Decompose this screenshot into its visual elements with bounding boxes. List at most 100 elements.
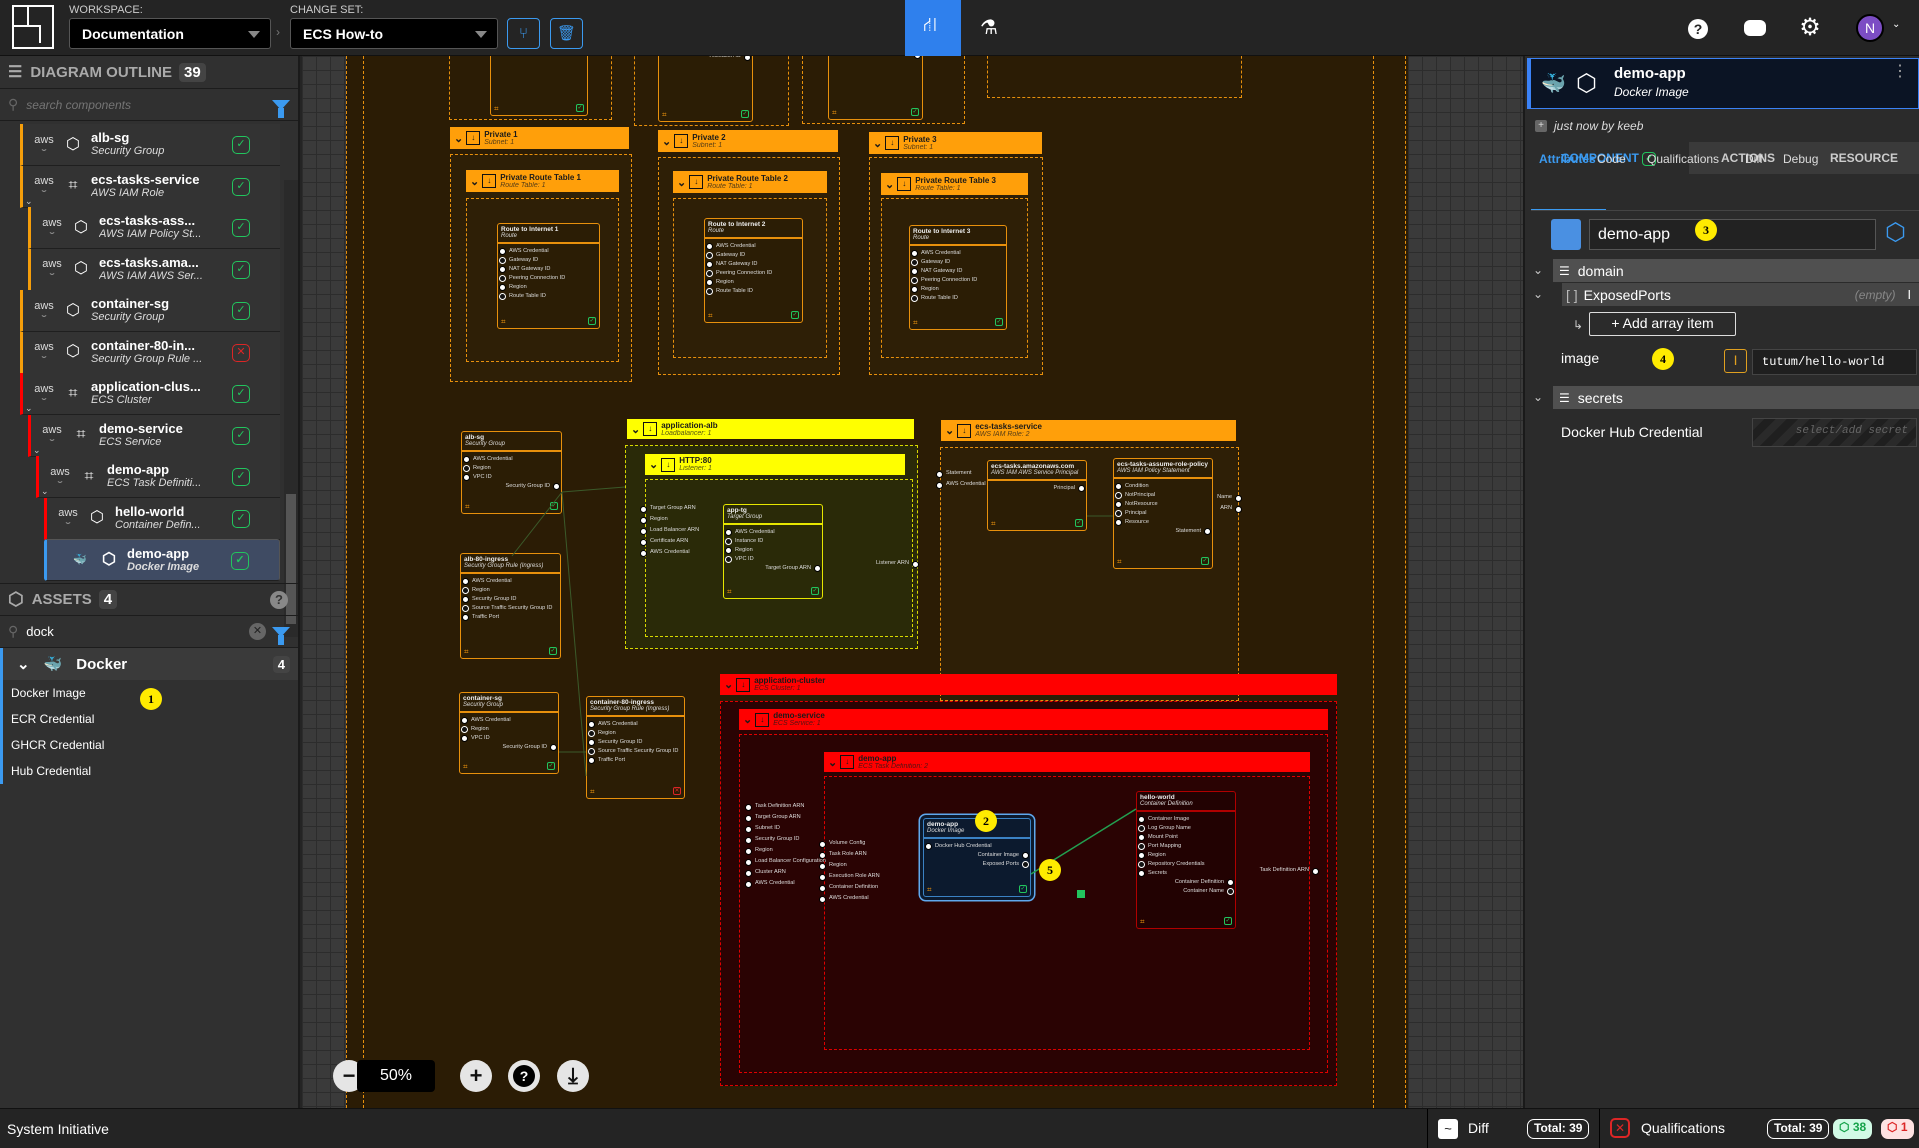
component-node[interactable]: alb-80-ingress Security Group Rule (Ingre… — [460, 553, 561, 659]
input-socket[interactable]: NAT Gateway ID — [498, 265, 599, 274]
qualification-ok-icon[interactable]: ✓ — [549, 647, 557, 655]
output-socket[interactable]: Security Group ID — [462, 482, 561, 491]
subtab-diff[interactable]: Diff — [1745, 152, 1763, 166]
input-socket[interactable]: NAT Gateway ID — [910, 267, 1006, 276]
socket-dot[interactable] — [1138, 843, 1145, 850]
input-socket[interactable]: Repository Credentials — [1137, 860, 1235, 869]
socket-dot[interactable] — [912, 560, 919, 568]
output-socket[interactable]: Exposed Ports — [924, 860, 1030, 869]
component-node[interactable]: Route to Internet 3 Route AWS Credential Ga… — [909, 225, 1007, 330]
socket-dot[interactable] — [1138, 861, 1145, 868]
diagram-canvas[interactable]: ⌄ ↓ Private 1 Subnet: 1 ⌄ ↓ Private 2 Subnet: 1… — [302, 56, 1523, 1108]
socket-dot[interactable] — [1115, 519, 1122, 526]
socket-dot[interactable] — [588, 721, 595, 728]
chevron-down-icon[interactable]: ⌄ — [724, 678, 733, 691]
frame-header[interactable]: ⌄ ↓ Private Route Table 1 Route Table: 1 — [466, 170, 619, 192]
socket-dot[interactable] — [588, 757, 595, 764]
socket-dot[interactable] — [462, 605, 469, 612]
outline-item[interactable]: aws ⌣ ⌗ application-clus... ECS Cluster ✓ ⌄ — [20, 373, 280, 415]
frame-socket[interactable]: AWS Credential — [818, 894, 938, 903]
chevron-down-icon[interactable]: ⌄ — [677, 176, 686, 189]
chevron-down-icon[interactable]: ⌄ — [662, 135, 671, 148]
socket-dot[interactable] — [911, 277, 918, 284]
socket-dot[interactable] — [819, 840, 826, 848]
chevron-down-icon[interactable]: ⌄ — [631, 423, 640, 436]
socket-dot[interactable] — [461, 735, 468, 742]
outline-item[interactable]: aws ⌣ ⬡ ecs-tasks.ama... AWS IAM AWS Ser... ✓ — [28, 248, 280, 291]
socket-dot[interactable] — [911, 286, 918, 293]
user-avatar[interactable]: N — [1856, 14, 1884, 42]
asset-group-docker[interactable]: ⌄ 🐳 Docker 4 — [0, 648, 298, 680]
component-node[interactable]: container-80-ingress Security Group Rule … — [586, 696, 685, 799]
qualification-ok-icon[interactable]: ✓ — [588, 317, 596, 325]
outline-item[interactable]: aws ⌣ ⬡ container-sg Security Group ✓ — [20, 290, 280, 332]
download-button[interactable]: ⤓ — [557, 1060, 589, 1092]
qualification-ok-icon[interactable]: ✓ — [1201, 557, 1209, 565]
exposed-ports-row[interactable]: [ ] ExposedPorts (empty) Ⅰ — [1562, 283, 1919, 306]
socket-dot[interactable] — [462, 614, 469, 621]
component-node[interactable]: ecs-tasks-assume-role-policy AWS IAM Poli… — [1113, 458, 1213, 569]
secret-select[interactable]: select/add secret — [1752, 418, 1917, 447]
socket-dot[interactable] — [814, 565, 821, 572]
subtab-debug[interactable]: Debug — [1783, 152, 1818, 166]
socket-dot[interactable] — [553, 483, 560, 490]
socket-dot[interactable] — [706, 252, 713, 259]
socket-dot[interactable] — [463, 474, 470, 481]
input-socket[interactable]: Route Table ID — [705, 287, 802, 296]
input-socket[interactable]: Region — [462, 464, 561, 473]
component-node[interactable]: AWS CredentialRegionAllocation ID⌗✓ — [828, 56, 923, 120]
socket-dot[interactable] — [725, 556, 732, 563]
diff-icon[interactable]: ~ — [1438, 1119, 1458, 1139]
socket-dot[interactable] — [640, 505, 647, 513]
input-socket[interactable]: Route Table ID — [498, 292, 599, 301]
frame-header[interactable]: ⌄ ↓ ecs-tasks-service AWS IAM Role: 2 — [941, 420, 1236, 441]
output-socket[interactable]: Allocation ID — [829, 56, 922, 59]
socket-dot[interactable] — [550, 744, 557, 751]
component-node[interactable]: demo-app Docker Image Docker Hub Credentia… — [923, 818, 1031, 897]
input-socket[interactable]: Region — [460, 725, 558, 734]
chevron-down-icon[interactable]: ⌄ — [873, 137, 882, 150]
chevron-down-icon[interactable]: ⌄ — [1533, 390, 1543, 404]
input-socket[interactable]: Peering Connection ID — [498, 274, 599, 283]
output-socket[interactable]: Statement — [1114, 527, 1212, 536]
frame-header[interactable]: ⌄ ↓ demo-app ECS Task Definition: 2 — [824, 752, 1310, 772]
filter-icon[interactable] — [272, 626, 290, 645]
output-socket[interactable]: Target Group ARN — [724, 564, 822, 573]
frame-header[interactable]: ⌄ ↓ Private 2 Subnet: 1 — [658, 130, 838, 152]
chevron-down-icon[interactable]: ⌄ — [25, 196, 33, 207]
qualification-error-icon[interactable]: ✕ — [673, 787, 681, 795]
input-socket[interactable]: NotPrincipal — [1114, 491, 1212, 500]
socket-dot[interactable] — [499, 248, 506, 255]
socket-dot[interactable] — [725, 547, 732, 554]
input-socket[interactable]: AWS Credential — [587, 720, 684, 729]
frame-socket[interactable]: Container Definition — [818, 883, 938, 892]
socket-dot[interactable] — [499, 257, 506, 264]
socket-dot[interactable] — [1022, 852, 1029, 859]
socket-dot[interactable] — [1115, 510, 1122, 517]
diff-label[interactable]: Diff — [1468, 1120, 1489, 1136]
socket-dot[interactable] — [1115, 483, 1122, 490]
frame-socket[interactable]: Execution Role ARN — [818, 872, 938, 881]
changeset-select[interactable]: ECS How-to — [290, 18, 498, 49]
input-socket[interactable]: VPC ID — [460, 734, 558, 743]
input-socket[interactable]: Principal — [1114, 509, 1212, 518]
outline-item[interactable]: aws ⌣ ⬡ alb-sg Security Group ✓ — [20, 124, 280, 166]
subtab-attributes[interactable]: Attributes — [1539, 152, 1596, 166]
socket-dot[interactable] — [461, 726, 468, 733]
output-socket[interactable]: Principal — [988, 484, 1086, 493]
frame-socket[interactable]: Region — [818, 861, 938, 870]
socket-dot[interactable] — [462, 578, 469, 585]
socket-dot[interactable] — [936, 481, 943, 489]
socket-dot[interactable] — [744, 56, 751, 61]
input-socket[interactable]: Region — [724, 546, 822, 555]
chevron-down-icon[interactable]: ⌄ — [945, 424, 954, 437]
input-socket[interactable]: AWS Credential — [462, 455, 561, 464]
input-socket[interactable]: Region — [587, 729, 684, 738]
add-array-item-button[interactable]: + Add array item — [1589, 312, 1736, 336]
create-changeset-button[interactable]: ⑂ — [507, 18, 540, 49]
frame-header[interactable]: ⌄ ↓ Private Route Table 2 Route Table: 1 — [673, 171, 827, 193]
chevron-down-icon[interactable]: ⌄ — [25, 403, 33, 414]
abandon-changeset-button[interactable]: 🗑 — [550, 18, 583, 49]
socket-dot[interactable] — [463, 456, 470, 463]
socket-dot[interactable] — [640, 549, 647, 557]
